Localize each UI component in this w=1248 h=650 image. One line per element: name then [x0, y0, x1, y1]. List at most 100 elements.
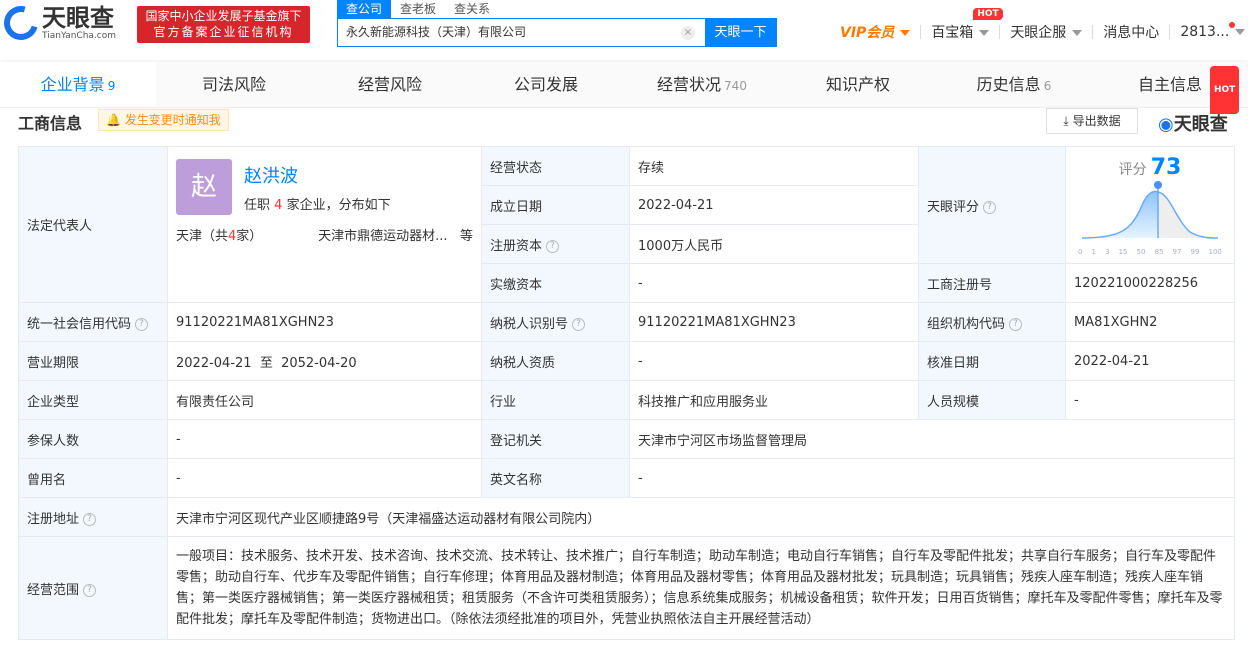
- notify-button[interactable]: 🔔 发生变更时通知我: [98, 109, 229, 131]
- taxid-label-cell: 纳税人识别号?: [481, 302, 630, 342]
- help-icon[interactable]: ?: [1009, 317, 1023, 331]
- brand-text: 天眼查: [1173, 114, 1228, 135]
- search-input[interactable]: 永久新能源科技（天津）有限公司: [338, 19, 671, 46]
- taxid-label: 纳税人识别号: [490, 316, 569, 332]
- pos-count[interactable]: 4: [274, 198, 282, 213]
- search-button[interactable]: 天眼一下: [705, 19, 776, 46]
- search-tab-relation[interactable]: 查关系: [445, 0, 499, 18]
- addr-label-cell: 注册地址?: [18, 497, 168, 537]
- org-label-cell: 组织机构代码?: [918, 302, 1066, 342]
- pos-pre: 任职: [244, 198, 271, 213]
- help-icon[interactable]: ?: [83, 583, 97, 597]
- taxq-value: -: [629, 341, 919, 381]
- tab-self-info[interactable]: 自主信息 HOT: [1092, 62, 1248, 114]
- avatar: 赵: [176, 159, 232, 215]
- chevron-down-icon: [979, 30, 990, 36]
- search-tab-company[interactable]: 查公司: [337, 0, 392, 18]
- type-label: 企业类型: [18, 380, 168, 420]
- hot-badge: HOT: [1210, 66, 1240, 114]
- addr-label: 注册地址: [27, 511, 80, 527]
- paid-value: -: [629, 263, 919, 303]
- notification-dot: [1229, 22, 1236, 28]
- help-icon[interactable]: ?: [572, 317, 586, 331]
- status-label: 经营状态: [481, 146, 630, 186]
- qifu-menu[interactable]: 天眼企服: [1010, 22, 1083, 42]
- region-pre: 天津（共: [176, 229, 229, 244]
- help-icon[interactable]: ?: [135, 317, 149, 331]
- business-info-table: 法定代表人 赵 赵洪波 任职 4 家企业，分布如下 天津（共4家） 天津市鼎德运…: [18, 146, 1235, 640]
- logo-icon: [0, 0, 45, 47]
- tab-operating-risk[interactable]: 经营风险: [312, 62, 468, 107]
- search-tab-boss[interactable]: 查老板: [391, 0, 445, 18]
- tab-company-development[interactable]: 公司发展: [468, 62, 624, 107]
- tab-company-background[interactable]: 企业背景 9: [0, 62, 156, 107]
- industry-value: 科技推广和应用服务业: [629, 380, 919, 420]
- tab-count: 9: [107, 79, 116, 93]
- score-tick: 3: [1105, 247, 1110, 256]
- industry-label: 行业: [481, 380, 630, 420]
- tab-judicial-risk[interactable]: 司法风险: [156, 62, 312, 107]
- export-label: 导出数据: [1072, 114, 1121, 128]
- top-header: 天眼查 TianYanCha.com 国家中小企业发展子基金旗下 官方备案企业征信机…: [0, 0, 1248, 60]
- qifu-label: 天眼企服: [1010, 25, 1067, 41]
- credit-label-cell: 统一社会信用代码?: [18, 302, 168, 342]
- authority-label: 登记机关: [481, 419, 630, 459]
- hot-badge: HOT: [973, 8, 1003, 20]
- tab-label: 企业背景: [40, 75, 105, 94]
- score-tick: 1: [1091, 247, 1096, 256]
- legal-rep-label: 法定代表人: [18, 146, 168, 303]
- top-nav: VIP会员 百宝箱 HOT 天眼企服 消息中心 2813...: [840, 8, 1246, 42]
- region-item[interactable]: 天津（共4家）: [176, 225, 262, 244]
- tab-label: 知识产权: [825, 75, 890, 94]
- score-marker-pin: [1154, 180, 1162, 189]
- region-post: 家）: [236, 229, 263, 244]
- help-icon[interactable]: ?: [983, 200, 997, 214]
- help-icon[interactable]: ?: [83, 512, 97, 526]
- score-tick: 0: [1078, 247, 1083, 256]
- badge-line2: 官方备案企业征信机构: [153, 25, 294, 39]
- addr-value: 天津市宁河区现代产业区顺捷路9号（天津福盛达运动器材有限公司院内）: [167, 497, 1235, 537]
- vip-menu[interactable]: VIP会员: [840, 22, 911, 42]
- logo-text: 天眼查: [42, 4, 114, 32]
- tianyancha-logo[interactable]: 天眼查 TianYanCha.com: [0, 0, 116, 47]
- search-box: 永久新能源科技（天津）有限公司 × 天眼一下: [337, 18, 777, 47]
- credit-label: 统一社会信用代码: [27, 316, 132, 332]
- score-tick: 97: [1172, 247, 1182, 256]
- baobaoxiang-menu[interactable]: 百宝箱 HOT: [931, 8, 1003, 42]
- term-value: 2022-04-21 至 2052-04-20: [167, 341, 482, 381]
- score-widget[interactable]: 评分 73 0 1 3 15 50 85 97 99 100: [1065, 146, 1235, 264]
- size-value: -: [1065, 380, 1235, 420]
- help-icon[interactable]: ?: [546, 239, 560, 253]
- insured-label: 参保人数: [18, 419, 168, 459]
- tab-label: 历史信息: [976, 75, 1041, 94]
- tab-history[interactable]: 历史信息 6: [936, 62, 1092, 107]
- user-menu[interactable]: 2813...: [1180, 22, 1246, 40]
- org-value: MA81XGHN2: [1065, 302, 1235, 342]
- capital-label-cell: 注册资本?: [481, 224, 630, 264]
- found-label: 成立日期: [481, 185, 630, 225]
- score-value: 73: [1150, 154, 1182, 180]
- score-tick: 50: [1136, 247, 1146, 256]
- official-badge[interactable]: 国家中小企业发展子基金旗下 官方备案企业征信机构: [137, 6, 310, 43]
- score-tick: 99: [1190, 247, 1200, 256]
- company-sample[interactable]: 天津市鼎德运动器材...: [318, 229, 447, 244]
- chevron-down-icon: [1072, 30, 1083, 36]
- badge-line1: 国家中小企业发展子基金旗下: [145, 9, 302, 23]
- brand-icon: ◉: [1158, 114, 1174, 135]
- en-label: 英文名称: [481, 458, 630, 498]
- brand-logo: ◉天眼查: [1158, 110, 1228, 136]
- score-tick: 85: [1154, 247, 1164, 256]
- vip-label: VIP会员: [840, 25, 895, 41]
- chevron-down-icon: [900, 30, 911, 36]
- tab-intellectual-property[interactable]: 知识产权: [780, 62, 936, 107]
- export-button[interactable]: ⤓ 导出数据: [1046, 108, 1138, 134]
- credit-value: 91120221MA81XGHN23: [167, 302, 482, 342]
- tab-operating-status[interactable]: 经营状况 740: [624, 62, 780, 107]
- score-tick: 100: [1208, 247, 1222, 256]
- scope-label: 经营范围: [27, 582, 80, 598]
- message-center-link[interactable]: 消息中心: [1103, 22, 1159, 42]
- tab-label: 经营风险: [357, 75, 422, 94]
- clear-icon[interactable]: ×: [681, 26, 695, 40]
- capital-value: 1000万人民币: [629, 224, 919, 264]
- tab-label: 公司发展: [513, 75, 578, 94]
